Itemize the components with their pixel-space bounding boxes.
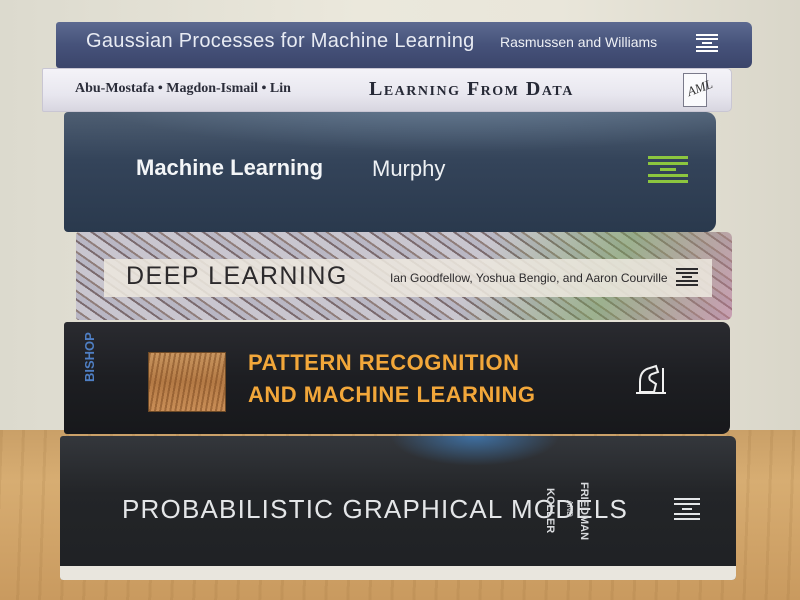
book-author: Murphy — [372, 156, 446, 181]
book-title: Gaussian Processes for Machine Learning — [86, 30, 475, 52]
book-gaussian-processes: Gaussian Processes for Machine Learning … — [56, 22, 752, 68]
mit-press-icon — [676, 267, 698, 289]
book-title: Learning From Data — [369, 78, 574, 100]
book-learning-from-data: Abu-Mostafa • Magdon-Ismail • Lin Learni… — [42, 68, 732, 112]
book-probabilistic-graphical-models: PROBABILISTIC GRAPHICAL MODELS KOLLER AN… — [60, 436, 736, 580]
book-title-line1: PATTERN RECOGNITION — [248, 350, 520, 375]
book-machine-learning-murphy: Machine Learning Murphy — [64, 112, 716, 232]
aml-icon: AML — [683, 73, 715, 107]
mit-press-icon — [696, 32, 718, 56]
book-author: Rasmussen and Williams — [500, 34, 658, 50]
book-author-koller: KOLLER — [544, 488, 556, 534]
cover-image — [148, 352, 226, 412]
page-edges — [60, 566, 736, 580]
book-deep-learning: DEEP LEARNING Ian Goodfellow, Yoshua Ben… — [76, 232, 732, 320]
book-author-and: AND — [565, 500, 574, 517]
mit-press-icon — [648, 154, 688, 184]
cover-glow — [390, 436, 560, 466]
book-title: Machine Learning — [136, 155, 324, 180]
book-author: Ian Goodfellow, Yoshua Bengio, and Aaron… — [390, 271, 668, 285]
book-spine-author: BISHOP — [82, 332, 97, 382]
mit-press-icon — [674, 496, 700, 522]
book-author-friedman: FRIEDMAN — [578, 482, 590, 541]
springer-knight-icon — [632, 362, 672, 398]
book-title-line2: AND MACHINE LEARNING — [248, 382, 536, 407]
book-author: Abu-Mostafa • Magdon-Ismail • Lin — [75, 81, 291, 96]
book-pattern-recognition: BISHOP PATTERN RECOGNITION AND MACHINE L… — [64, 322, 730, 434]
book-title: DEEP LEARNING — [126, 262, 348, 290]
